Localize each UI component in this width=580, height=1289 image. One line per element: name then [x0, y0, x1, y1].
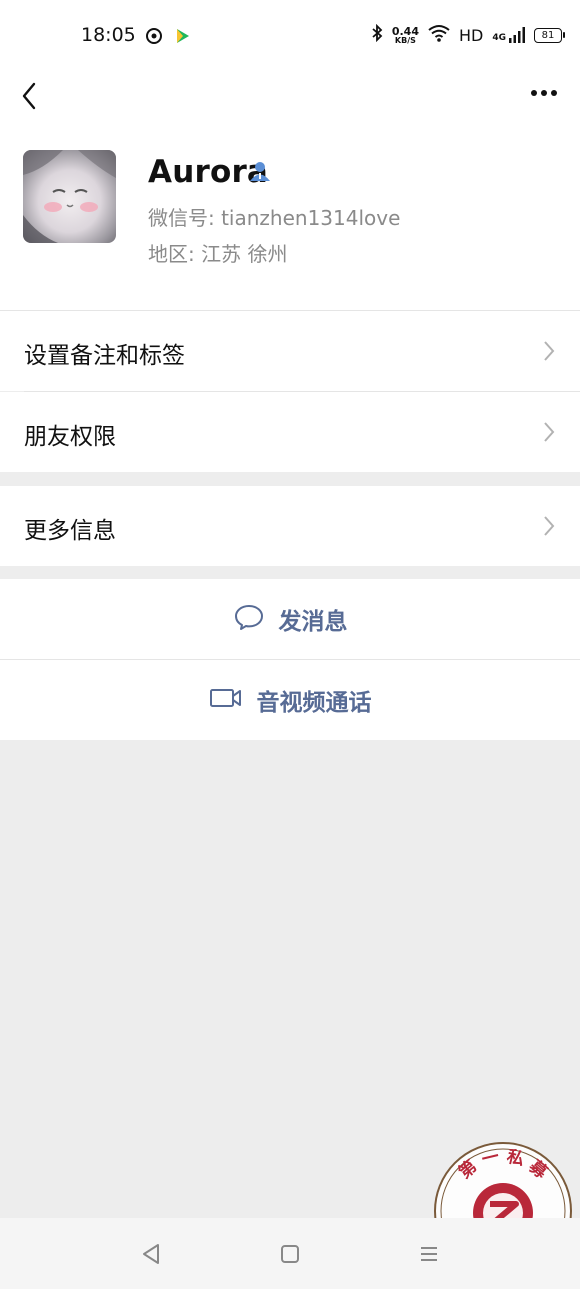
profile-header: Aurora 微信号: tianzhen1314love 地区: 江苏 徐州	[0, 122, 580, 310]
system-nav-bar	[0, 1218, 580, 1289]
video-call-button[interactable]: 音视频通话	[0, 660, 580, 740]
chevron-right-icon	[542, 514, 556, 542]
person-icon	[248, 160, 272, 186]
back-button[interactable]	[14, 76, 46, 112]
more-dots-icon	[531, 90, 557, 96]
friend-permissions-label: 朋友权限	[24, 424, 116, 450]
avatar[interactable]	[23, 150, 116, 243]
system-menu-button[interactable]	[418, 1242, 440, 1270]
signal-icon: 4G	[492, 27, 525, 43]
triangle-back-icon	[143, 1244, 159, 1264]
video-call-label: 音视频通话	[256, 690, 372, 716]
system-back-button[interactable]	[140, 1242, 162, 1270]
status-bar: 18:05 0.44 KB/S HD 4G 81	[0, 0, 580, 72]
region: 地区: 江苏 徐州	[148, 242, 288, 266]
chevron-right-icon	[542, 339, 556, 367]
more-info-cell[interactable]: 更多信息	[0, 486, 580, 566]
wechat-id: 微信号: tianzhen1314love	[148, 206, 401, 230]
battery-indicator: 81	[534, 27, 565, 43]
network-speed: 0.44 KB/S	[391, 24, 419, 45]
system-home-button[interactable]	[279, 1242, 301, 1270]
chevron-right-icon	[542, 420, 556, 448]
chat-bubble-icon	[233, 603, 265, 635]
remark-tags-cell[interactable]: 设置备注和标签	[0, 311, 580, 391]
bluetooth-icon	[371, 23, 383, 46]
status-time: 18:05	[81, 24, 136, 46]
square-home-icon	[281, 1245, 299, 1263]
hd-indicator: HD	[458, 25, 484, 45]
friend-permissions-cell[interactable]: 朋友权限	[0, 392, 580, 472]
video-camera-icon	[209, 686, 243, 714]
nav-bar	[0, 72, 580, 122]
music-app-icon	[145, 27, 163, 49]
wifi-icon	[428, 24, 450, 46]
send-message-label: 发消息	[278, 609, 348, 635]
status-right-group: 0.44 KB/S HD 4G 81	[371, 22, 565, 48]
chevron-left-icon	[22, 82, 36, 110]
more-button[interactable]	[526, 80, 562, 106]
menu-lines-icon	[421, 1247, 437, 1261]
more-info-label: 更多信息	[24, 518, 116, 544]
send-message-button[interactable]: 发消息	[0, 579, 580, 659]
video-app-icon	[173, 27, 191, 49]
remark-tags-label: 设置备注和标签	[24, 343, 185, 369]
